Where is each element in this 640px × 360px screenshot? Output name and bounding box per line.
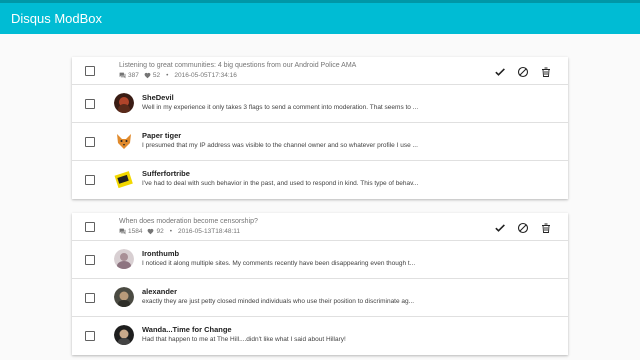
comment-row[interactable]: Ironthumb I noticed it along multiple si…: [72, 241, 568, 279]
main-content: Listening to great communities: 4 big qu…: [0, 34, 640, 360]
comment-excerpt: I've had to deal with such behavior in t…: [142, 180, 419, 187]
comment-author[interactable]: Wanda...Time for Change: [142, 325, 232, 334]
app-bar: Disqus ModBox: [0, 0, 640, 34]
comments-count: 1584: [128, 228, 143, 235]
thread-select-checkbox[interactable]: [85, 222, 95, 232]
thread-select-checkbox[interactable]: [85, 66, 95, 76]
comment-select-checkbox[interactable]: [85, 137, 95, 147]
comment-author[interactable]: alexander: [142, 287, 177, 296]
comment-row[interactable]: Wanda...Time for Change Had that happen …: [72, 317, 568, 355]
comment-select-checkbox[interactable]: [85, 331, 95, 341]
approve-button[interactable]: [493, 65, 506, 78]
thread-timestamp: 2016-05-05T17:34:16: [174, 72, 237, 79]
trash-icon: [541, 67, 550, 77]
check-icon: [494, 67, 505, 76]
spam-button[interactable]: [516, 221, 529, 234]
block-icon: [517, 222, 528, 233]
comment-author[interactable]: Paper tiger: [142, 131, 181, 140]
avatar: [114, 325, 134, 345]
avatar: [114, 131, 134, 151]
comment-author[interactable]: Ironthumb: [142, 249, 179, 258]
thread-card: Listening to great communities: 4 big qu…: [72, 57, 568, 199]
likes-count: 92: [156, 228, 164, 235]
thread-title[interactable]: When does moderation become censorship?: [119, 218, 258, 225]
comment-bubble-icon: [119, 72, 126, 79]
heart-icon: [148, 228, 154, 235]
likes-count: 52: [152, 72, 161, 79]
comment-excerpt: exactly they are just petty closed minde…: [142, 298, 415, 305]
comment-select-checkbox[interactable]: [85, 175, 95, 185]
comment-row[interactable]: Paper tiger I presumed that my IP addres…: [72, 123, 568, 161]
thread-meta: 387 52 • 2016-05-05T17:34:16: [119, 72, 237, 79]
meta-separator: •: [166, 72, 169, 79]
comment-excerpt: Had that happen to me at The Hill....did…: [142, 336, 346, 343]
thread-header: When does moderation become censorship? …: [72, 213, 568, 241]
thread-header: Listening to great communities: 4 big qu…: [72, 57, 568, 85]
comments-count: 387: [128, 72, 139, 79]
block-icon: [517, 66, 528, 77]
comment-select-checkbox[interactable]: [85, 255, 95, 265]
meta-separator: •: [169, 228, 172, 235]
comment-excerpt: I noticed it along multiple sites. My co…: [142, 260, 416, 267]
approve-button[interactable]: [493, 221, 506, 234]
avatar: [114, 93, 134, 113]
comment-bubble-icon: [119, 228, 126, 235]
comment-select-checkbox[interactable]: [85, 293, 95, 303]
spam-button[interactable]: [516, 65, 529, 78]
thread-actions: [493, 65, 552, 78]
thread-card: When does moderation become censorship? …: [72, 213, 568, 355]
heart-icon: [144, 72, 151, 79]
thread-meta: 1584 92 • 2016-05-13T18:48:11: [119, 228, 240, 235]
comment-row[interactable]: Sufferfortribe I've had to deal with suc…: [72, 161, 568, 199]
comment-excerpt: I presumed that my IP address was visibl…: [142, 142, 418, 149]
trash-icon: [541, 223, 550, 233]
delete-button[interactable]: [539, 221, 552, 234]
app-title: Disqus ModBox: [11, 11, 103, 26]
comment-author[interactable]: Sufferfortribe: [142, 169, 190, 178]
avatar: [114, 249, 134, 269]
avatar: [114, 287, 134, 307]
comment-excerpt: Well in my experience it only takes 3 fl…: [142, 104, 419, 111]
thread-timestamp: 2016-05-13T18:48:11: [177, 228, 241, 235]
comment-row[interactable]: alexander exactly they are just petty cl…: [72, 279, 568, 317]
comment-author[interactable]: SheDevil: [142, 93, 174, 102]
thread-title[interactable]: Listening to great communities: 4 big qu…: [119, 62, 356, 69]
comment-row[interactable]: SheDevil Well in my experience it only t…: [72, 85, 568, 123]
thread-actions: [493, 221, 552, 234]
check-icon: [494, 223, 505, 232]
delete-button[interactable]: [539, 65, 552, 78]
comment-select-checkbox[interactable]: [85, 99, 95, 109]
avatar: [114, 169, 134, 189]
